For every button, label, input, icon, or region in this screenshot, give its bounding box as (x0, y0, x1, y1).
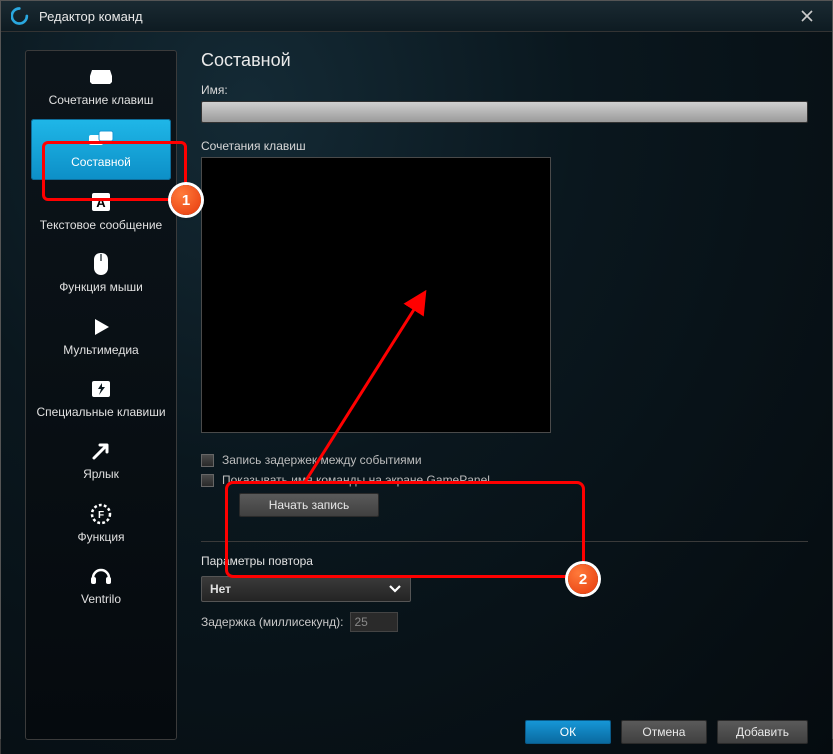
divider (201, 541, 808, 542)
sidebar-item-function[interactable]: F Функция (31, 494, 171, 554)
repeat-value: Нет (210, 582, 231, 596)
cancel-button[interactable]: Отмена (621, 720, 707, 744)
name-input[interactable] (201, 101, 808, 123)
text-icon: A (90, 190, 112, 214)
play-icon (91, 315, 111, 339)
delay-row: Задержка (миллисекунд): (201, 612, 808, 632)
sidebar-item-label: Мультимедиа (63, 343, 138, 357)
keys-label: Сочетания клавиш (201, 139, 808, 153)
svg-text:F: F (98, 510, 104, 521)
checkbox-show-name[interactable] (201, 474, 214, 487)
record-delays-label: Запись задержек между событиями (222, 453, 422, 467)
repeat-select[interactable]: Нет (201, 576, 411, 602)
record-delays-row[interactable]: Запись задержек между событиями (201, 453, 808, 467)
name-label: Имя: (201, 83, 808, 97)
sidebar-item-hotkeys[interactable]: Специальные клавиши (31, 369, 171, 429)
mouse-icon (92, 252, 110, 276)
delay-label: Задержка (миллисекунд): (201, 615, 344, 629)
footer-buttons: ОК Отмена Добавить (525, 720, 808, 744)
sidebar-item-label: Сочетание клавиш (49, 93, 154, 107)
sidebar-item-mouse[interactable]: Функция мыши (31, 244, 171, 304)
multikey-icon (87, 127, 115, 151)
ok-button[interactable]: ОК (525, 720, 611, 744)
delay-input[interactable] (350, 612, 398, 632)
checkbox-record-delays[interactable] (201, 454, 214, 467)
sidebar-item-label: Ventrilo (81, 592, 121, 606)
keystrokes-area[interactable] (201, 157, 551, 433)
sidebar-item-media[interactable]: Мультимедиа (31, 307, 171, 367)
sidebar-item-label: Ярлык (83, 467, 119, 481)
sidebar-item-label: Функция (77, 530, 124, 544)
gear-icon: F (90, 502, 112, 526)
logitech-logo-icon (11, 6, 31, 26)
titlebar: Редактор команд (1, 1, 832, 32)
headset-icon (89, 564, 113, 588)
window-title: Редактор команд (39, 9, 143, 24)
keyboard-icon (88, 65, 114, 89)
main-panel: Составной Имя: Сочетания клавиш Запись з… (177, 50, 808, 740)
sidebar-item-label: Составной (71, 155, 131, 169)
sidebar-item-text[interactable]: A Текстовое сообщение (31, 182, 171, 242)
chevron-down-icon (388, 581, 402, 597)
show-name-row[interactable]: Показывать имя команды на экране GamePan… (201, 473, 808, 487)
sidebar-item-label: Функция мыши (59, 280, 143, 294)
shortcut-arrow-icon (90, 439, 112, 463)
show-name-label: Показывать имя команды на экране GamePan… (222, 473, 490, 487)
sidebar-item-keystroke[interactable]: Сочетание клавиш (31, 57, 171, 117)
close-button[interactable] (792, 1, 822, 31)
sidebar: Сочетание клавиш Составной A Текстовое с… (25, 50, 177, 740)
repeat-title: Параметры повтора (201, 554, 808, 568)
sidebar-item-multikey[interactable]: Составной (31, 119, 171, 179)
lightning-key-icon (90, 377, 112, 401)
start-record-button[interactable]: Начать запись (239, 493, 379, 517)
command-editor-window: Редактор команд Сочетание клавиш (0, 0, 833, 739)
sidebar-item-ventrilo[interactable]: Ventrilo (31, 556, 171, 616)
sidebar-item-label: Специальные клавиши (36, 405, 165, 419)
window-body: Сочетание клавиш Составной A Текстовое с… (1, 32, 832, 754)
svg-text:A: A (96, 195, 106, 210)
sidebar-item-shortcut[interactable]: Ярлык (31, 431, 171, 491)
panel-heading: Составной (201, 50, 808, 71)
sidebar-item-label: Текстовое сообщение (40, 218, 162, 232)
add-button[interactable]: Добавить (717, 720, 808, 744)
